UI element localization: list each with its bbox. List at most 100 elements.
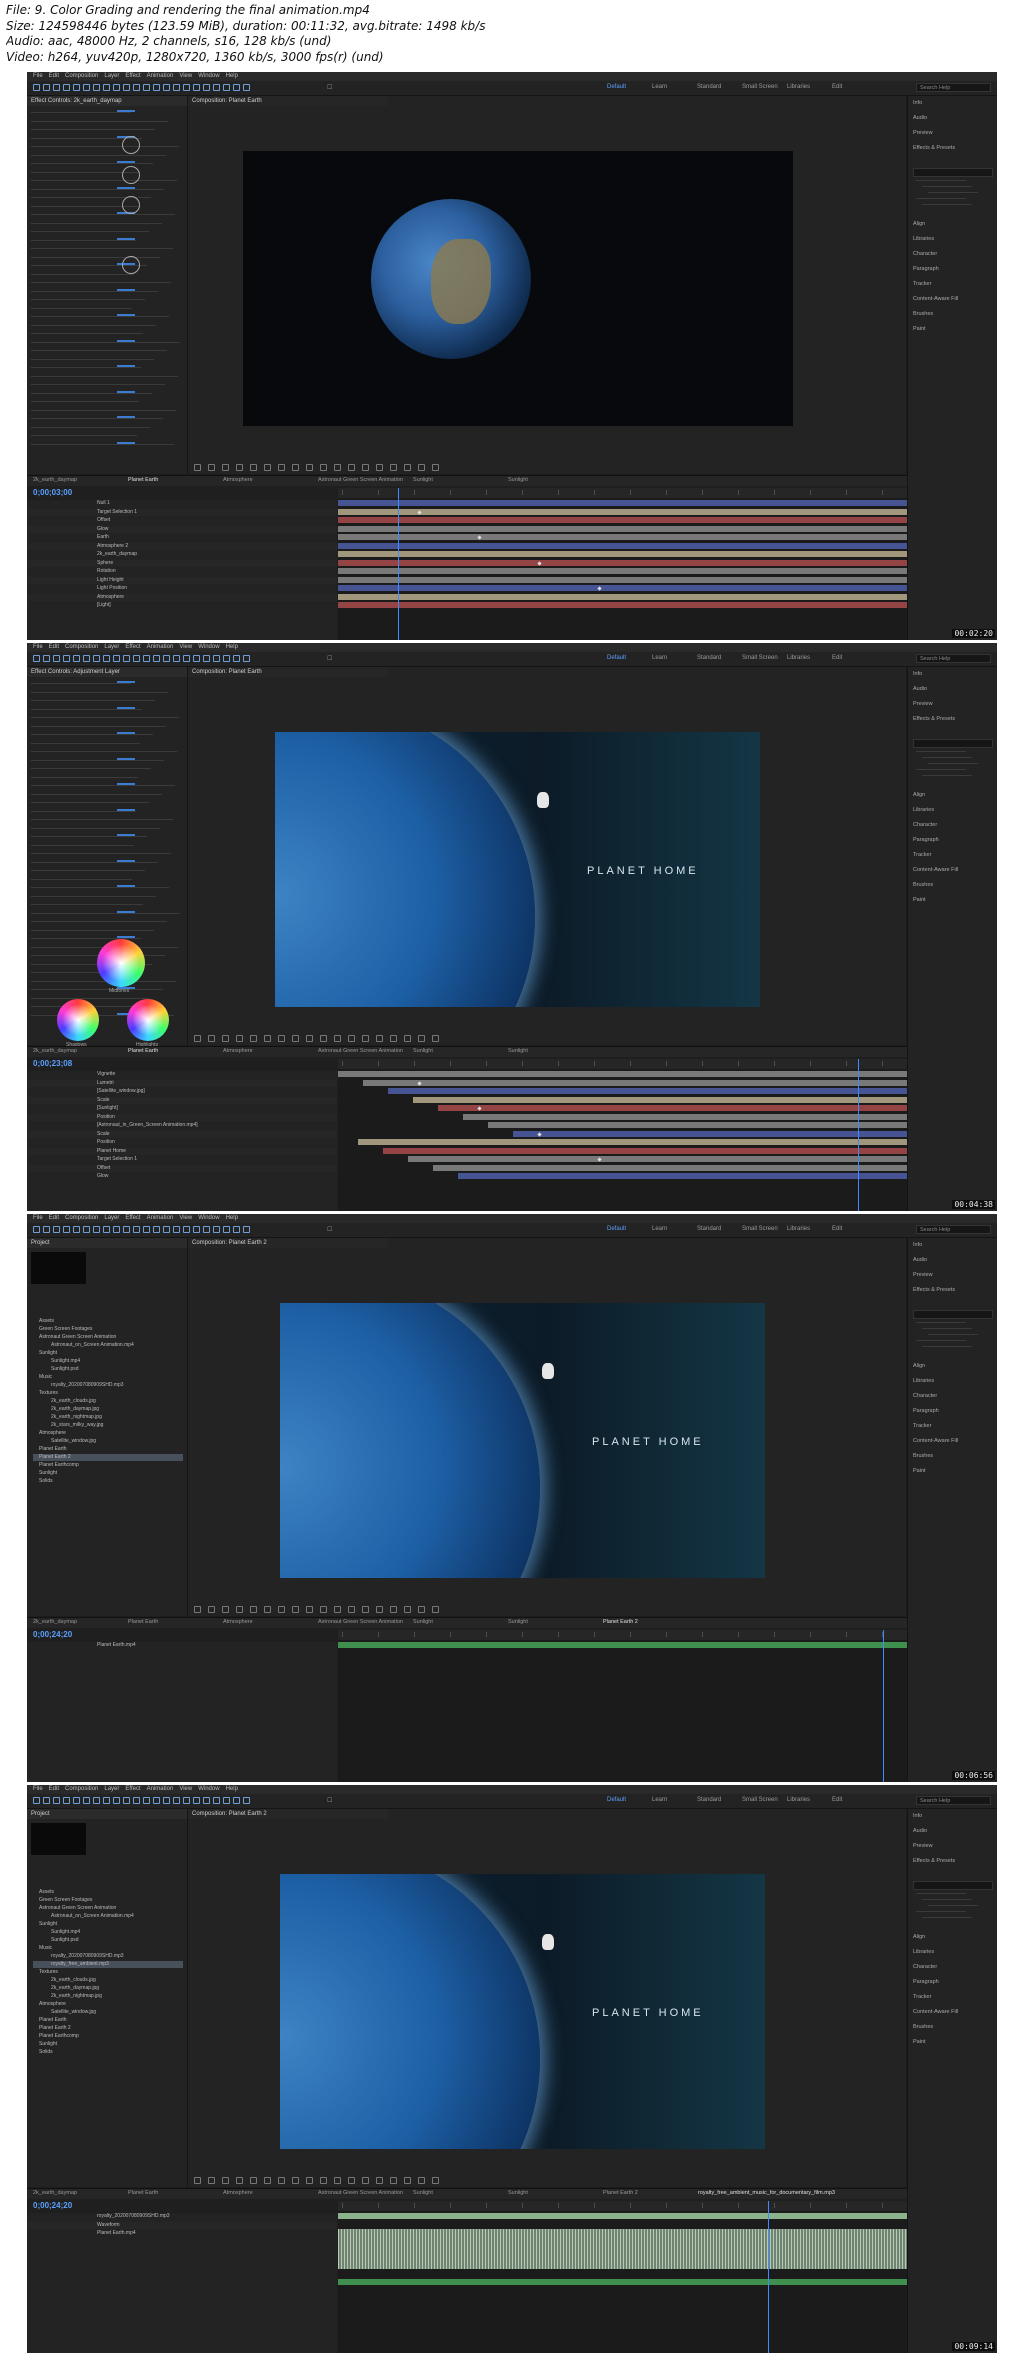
viewer-control[interactable]: [250, 1035, 257, 1042]
timeline-tab[interactable]: royalty_free_ambient_music_for_documenta…: [698, 2190, 835, 2196]
tool-icon[interactable]: [73, 655, 80, 662]
project-item[interactable]: Sunlight: [33, 1350, 183, 1357]
panel-paragraph[interactable]: Paragraph: [913, 1408, 939, 1414]
tool-icon[interactable]: [153, 1797, 160, 1804]
viewer-control[interactable]: [292, 464, 299, 471]
panel-effects-presets[interactable]: Effects & Presets: [913, 716, 955, 722]
project-item[interactable]: Astronaut_on_Screen Animation.mp4: [33, 1342, 183, 1349]
tool-icon[interactable]: [153, 84, 160, 91]
project-item[interactable]: Astronaut_on_Screen Animation.mp4: [33, 1913, 183, 1920]
layer-bar[interactable]: [338, 568, 907, 574]
viewer-control[interactable]: [320, 1606, 327, 1613]
layer-row[interactable]: Waveform: [27, 2221, 337, 2229]
tool-icon[interactable]: [103, 1226, 110, 1233]
panel-info[interactable]: Info: [913, 1242, 922, 1248]
tool-icon[interactable]: [123, 655, 130, 662]
timeline-tab[interactable]: Sunlight: [413, 2190, 433, 2196]
timeline-tab[interactable]: Sunlight: [508, 1619, 528, 1625]
tool-icon[interactable]: [33, 655, 40, 662]
tool-icon[interactable]: [223, 655, 230, 662]
viewer-control[interactable]: [236, 464, 243, 471]
layer-row[interactable]: Target Selection 1: [27, 1156, 337, 1163]
viewer-control[interactable]: [418, 1035, 425, 1042]
viewer-control[interactable]: [278, 1606, 285, 1613]
project-item[interactable]: Satellite_window.jpg: [33, 1438, 183, 1445]
viewer-control[interactable]: [264, 464, 271, 471]
viewer-control[interactable]: [236, 1606, 243, 1613]
workspace-learn[interactable]: Learn: [652, 84, 667, 90]
tool-icon[interactable]: [173, 84, 180, 91]
snapping-checkbox[interactable]: ☐: [327, 655, 332, 662]
workspace-small-screen[interactable]: Small Screen: [742, 655, 778, 661]
property-value[interactable]: [117, 416, 135, 418]
layer-bar[interactable]: [363, 1079, 907, 1086]
viewer-control[interactable]: [194, 2177, 201, 2184]
project-item[interactable]: Assets: [33, 1889, 183, 1896]
project-item[interactable]: 2k_earth_clouds.jpg: [33, 1977, 183, 1984]
layer-bar[interactable]: [488, 1122, 907, 1128]
viewer-control[interactable]: [222, 464, 229, 471]
layer-row[interactable]: Offset: [27, 517, 337, 524]
viewer-control[interactable]: [292, 1606, 299, 1613]
panel-libraries[interactable]: Libraries: [913, 1949, 934, 1955]
viewer-control[interactable]: [320, 2177, 327, 2184]
panel-info[interactable]: Info: [913, 671, 922, 677]
tool-icon[interactable]: [183, 84, 190, 91]
snapping-checkbox[interactable]: ☐: [327, 1226, 332, 1233]
timeline-tab[interactable]: 2k_earth_daymap: [33, 1048, 77, 1054]
workspace-edit[interactable]: Edit: [832, 655, 842, 661]
tool-icon[interactable]: [163, 1226, 170, 1233]
project-item[interactable]: Solids: [33, 2049, 183, 2056]
property-value[interactable]: [117, 681, 135, 683]
tool-icon[interactable]: [93, 1797, 100, 1804]
layer-row[interactable]: Earth: [27, 534, 337, 541]
tool-icon[interactable]: [133, 655, 140, 662]
menu-item-help[interactable]: Help: [226, 1215, 238, 1221]
viewer-control[interactable]: [362, 1606, 369, 1613]
menu-item-layer[interactable]: Layer: [104, 644, 119, 650]
layer-row[interactable]: [Satellite_window.jpg]: [27, 1088, 337, 1095]
tool-icon[interactable]: [113, 655, 120, 662]
layer-bar[interactable]: [338, 525, 907, 532]
effects-search[interactable]: [913, 1310, 993, 1319]
tool-icon[interactable]: [43, 84, 50, 91]
property-value[interactable]: [117, 834, 135, 836]
tool-icon[interactable]: [33, 1797, 40, 1804]
workspace-learn[interactable]: Learn: [652, 1226, 667, 1232]
tool-icon[interactable]: [163, 655, 170, 662]
tool-icon[interactable]: [113, 1797, 120, 1804]
panel-content-aware-fill[interactable]: Content-Aware Fill: [913, 1438, 958, 1444]
layer-bar[interactable]: [433, 1164, 907, 1171]
viewer-control[interactable]: [376, 2177, 383, 2184]
project-item[interactable]: Sunlight: [33, 2041, 183, 2048]
panel-character[interactable]: Character: [913, 1393, 937, 1399]
viewer-control[interactable]: [208, 2177, 215, 2184]
viewer-control[interactable]: [320, 1035, 327, 1042]
layer-row[interactable]: Glow: [27, 1173, 337, 1180]
tool-icon[interactable]: [73, 1226, 80, 1233]
color-wheel-midtones[interactable]: [97, 939, 145, 987]
viewer-control[interactable]: [320, 464, 327, 471]
tool-icon[interactable]: [153, 655, 160, 662]
workspace-default[interactable]: Default: [607, 655, 626, 661]
timeline-tab[interactable]: Astronaut Green Screen Animation: [318, 477, 403, 483]
layer-row[interactable]: Glow: [27, 525, 337, 533]
project-item[interactable]: 2k_stars_milky_way.jpg: [33, 1422, 183, 1429]
viewer-control[interactable]: [208, 1606, 215, 1613]
viewer-control[interactable]: [194, 464, 201, 471]
layer-bar[interactable]: [338, 517, 907, 523]
project-item[interactable]: royalty_202007080909SHD.mp3: [33, 1382, 183, 1389]
workspace-edit[interactable]: Edit: [832, 1226, 842, 1232]
menu-item-effect[interactable]: Effect: [125, 1215, 140, 1221]
panel-tracker[interactable]: Tracker: [913, 281, 931, 287]
tool-icon[interactable]: [103, 655, 110, 662]
panel-libraries[interactable]: Libraries: [913, 1378, 934, 1384]
workspace-standard[interactable]: Standard: [697, 655, 721, 661]
tool-icon[interactable]: [223, 1797, 230, 1804]
layer-row[interactable]: Vignette: [27, 1071, 337, 1078]
menu-item-file[interactable]: File: [33, 644, 43, 650]
timeline-tab[interactable]: Atmosphere: [223, 477, 253, 483]
panel-character[interactable]: Character: [913, 822, 937, 828]
timeline-tab[interactable]: Sunlight: [413, 1048, 433, 1054]
project-item[interactable]: Sunlight: [33, 1921, 183, 1928]
